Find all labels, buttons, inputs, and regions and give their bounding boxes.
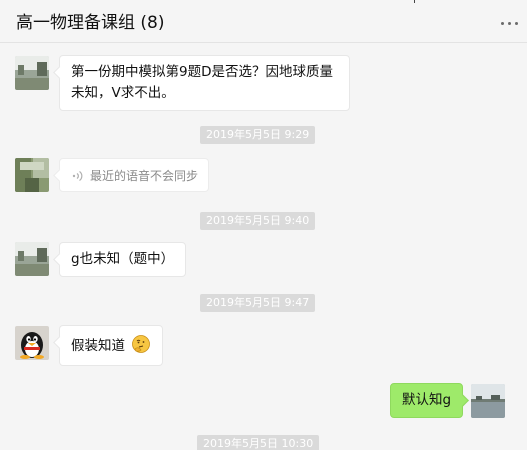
header-divider-mark: [414, 0, 415, 3]
message-text-line: 未知，V求不出。: [71, 85, 175, 101]
more-options-button[interactable]: [499, 10, 521, 32]
avatar-self[interactable]: [471, 384, 505, 418]
avatar[interactable]: [15, 56, 49, 90]
avatar[interactable]: [15, 326, 49, 360]
timestamp: 2019年5月5日 9:40: [200, 212, 316, 230]
message-text: 假装知道: [71, 338, 125, 354]
timestamp: 2019年5月5日 9:47: [200, 294, 316, 312]
message-bubble[interactable]: 第一份期中模拟第9题D是否选？因地球质量 未知，V求不出。: [59, 55, 350, 111]
avatar[interactable]: [15, 158, 49, 192]
chat-title: 高一物理备课组 (8): [16, 13, 165, 33]
avatar[interactable]: [15, 242, 49, 276]
message-bubble[interactable]: g也未知（题中）: [59, 242, 187, 277]
thinking-face-emoji-icon: [132, 335, 151, 353]
chat-window: 高一物理备课组 (8) 第一份期中模拟第9题D是否选？因地球质量 未知，V求不出…: [0, 0, 527, 450]
voice-message-notice: 最近的语音不会同步: [90, 169, 199, 183]
chat-header: 高一物理备课组 (8): [0, 0, 527, 43]
timestamp: 2019年5月5日 9:29: [200, 126, 316, 144]
voice-message-bubble[interactable]: 最近的语音不会同步: [59, 158, 210, 192]
timestamp: 2019年5月5日 10:30: [197, 435, 320, 450]
more-dots-icon: [501, 22, 504, 25]
message-text: 默认知g: [402, 392, 452, 408]
voice-wave-icon: [72, 171, 83, 181]
message-text-line: 第一份期中模拟第9题D是否选？因地球质量: [71, 64, 333, 80]
message-bubble-outgoing[interactable]: 默认知g: [390, 383, 464, 418]
message-text: g也未知（题中）: [71, 251, 175, 267]
message-bubble[interactable]: 假装知道: [59, 325, 164, 366]
